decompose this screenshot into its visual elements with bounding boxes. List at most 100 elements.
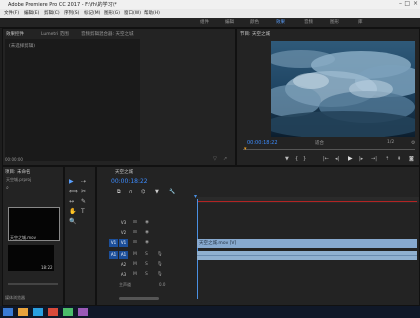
tab-effect-controls[interactable]: 效果控件 — [6, 31, 24, 37]
work-area-bar[interactable] — [197, 201, 417, 202]
explorer-icon[interactable] — [18, 308, 28, 316]
tools-panel: ▶ ⇢ ⟺ ✂ ↔ ✎ ✋ T 🔍 — [64, 166, 96, 306]
mute-icon[interactable]: M — [133, 272, 137, 277]
mute-icon[interactable]: M — [133, 252, 137, 257]
snap-icon[interactable]: ∩ — [129, 189, 133, 195]
zoom-tool-icon[interactable]: 🔍 — [69, 218, 76, 225]
maximize-icon[interactable]: □ — [404, 0, 410, 7]
voiceover-icon[interactable]: 🎙 — [157, 252, 163, 257]
ws-graphics[interactable]: 图形 — [330, 19, 339, 25]
master-volume[interactable]: 0.0 — [159, 282, 165, 287]
go-to-out-icon[interactable]: →| — [371, 156, 377, 162]
sync-lock-icon[interactable]: ⊟ — [133, 230, 137, 235]
toggle-output-icon[interactable]: ◉ — [145, 220, 149, 225]
timeline-timecode[interactable]: 00:00:18:22 — [111, 178, 148, 185]
toggle-output-icon[interactable]: ◉ — [145, 240, 149, 245]
wrench-icon[interactable]: 🔧 — [169, 189, 175, 195]
app-icon[interactable] — [63, 308, 73, 316]
tab-lumetri-scopes[interactable]: Lumetri 范围 — [41, 31, 69, 37]
track-v2-label[interactable]: V2 — [119, 229, 128, 237]
ws-libraries[interactable]: 库 — [358, 19, 363, 25]
media-browser-tab[interactable]: 媒体浏览器 — [5, 295, 25, 301]
type-tool-icon[interactable]: T — [81, 208, 85, 215]
project-search-icon[interactable]: ⌕ — [6, 185, 9, 191]
sky-clouds-image — [271, 41, 415, 137]
nest-icon[interactable]: ⧉ — [117, 189, 121, 195]
ripple-edit-icon[interactable]: ⟺ — [69, 188, 78, 195]
track-v3-label[interactable]: V3 — [119, 219, 128, 227]
selection-tool-icon[interactable]: ▶ — [69, 178, 74, 185]
ws-audio[interactable]: 音频 — [304, 19, 313, 25]
track-a3-label[interactable]: A3 — [119, 271, 128, 279]
sync-lock-icon[interactable]: ⊟ — [133, 220, 137, 225]
minimize-icon[interactable]: – — [399, 0, 402, 7]
toggle-output-icon[interactable]: ◉ — [145, 230, 149, 235]
extract-icon[interactable]: ⇞ — [397, 156, 401, 162]
start-icon[interactable] — [3, 308, 13, 316]
menu-graphics[interactable]: 图形(G) — [104, 10, 120, 16]
close-icon[interactable]: × — [413, 0, 418, 7]
project-zoom-slider[interactable] — [8, 283, 58, 285]
filter-icon[interactable]: ▽ — [213, 156, 217, 162]
add-marker-icon[interactable]: ▼ — [285, 156, 289, 162]
menu-window[interactable]: 窗口(W) — [124, 10, 141, 16]
menu-clip[interactable]: 剪辑(C) — [44, 10, 60, 16]
track-a2-label[interactable]: A2 — [119, 261, 128, 269]
razor-tool-icon[interactable]: ✂ — [81, 188, 86, 195]
fit-dropdown[interactable]: 适合 — [315, 140, 324, 146]
video-clip[interactable]: 天空之城.mov [V] — [197, 239, 417, 248]
tab-audio-clip-mixer[interactable]: 音频剪辑混合器: 天空之城 — [81, 31, 133, 37]
menu-file[interactable]: 文件(F) — [4, 10, 19, 16]
source-patch-v1[interactable]: V1 — [109, 239, 118, 247]
lift-icon[interactable]: ⇡ — [385, 156, 389, 162]
settings-icon[interactable]: ⚙ — [411, 140, 415, 146]
project-panel: 项目: 未命名 天空城.prproj ⌕ 天空之城.mov 18:22 媒体浏览… — [2, 166, 64, 306]
sequence-tab[interactable]: 天空之城 — [115, 169, 133, 175]
premiere-icon[interactable] — [78, 308, 88, 316]
go-to-in-icon[interactable]: |← — [323, 156, 329, 162]
project-panel-title[interactable]: 项目: 未命名 — [5, 169, 30, 175]
add-marker-timeline-icon[interactable]: ▼ — [155, 189, 159, 195]
sync-lock-icon[interactable]: ⊟ — [133, 240, 137, 245]
mute-icon[interactable]: M — [133, 262, 137, 267]
program-monitor-title[interactable]: 节目: 天空之城 — [240, 31, 270, 37]
mark-out-icon[interactable]: } — [303, 156, 306, 162]
solo-icon[interactable]: S — [145, 252, 148, 257]
hand-tool-icon[interactable]: ✋ — [69, 208, 76, 215]
menu-edit[interactable]: 编辑(E) — [24, 10, 39, 16]
pen-tool-icon[interactable]: ✎ — [81, 198, 86, 205]
voiceover-icon[interactable]: 🎙 — [157, 262, 163, 267]
timeline-horizontal-scrollbar[interactable] — [119, 297, 159, 300]
menu-help[interactable]: 帮助(H) — [144, 10, 160, 16]
program-scrubber[interactable] — [243, 149, 415, 150]
play-icon[interactable]: ▶ — [348, 155, 353, 162]
solo-icon[interactable]: S — [145, 262, 148, 267]
ws-assembly[interactable]: 组件 — [200, 19, 209, 25]
audio-clip[interactable] — [197, 251, 417, 260]
app-icon[interactable] — [48, 308, 58, 316]
track-v1-label[interactable]: V1 — [119, 239, 128, 247]
source-patch-a1[interactable]: A1 — [109, 251, 118, 259]
ws-color[interactable]: 颜色 — [250, 19, 259, 25]
export-frame-icon[interactable]: ◙ — [409, 156, 414, 162]
timeline-ruler[interactable] — [197, 197, 419, 203]
voiceover-icon[interactable]: 🎙 — [157, 272, 163, 277]
menu-sequence[interactable]: 序列(S) — [64, 10, 79, 16]
track-a1-label[interactable]: A1 — [119, 251, 128, 259]
ws-effects[interactable]: 效果 — [276, 19, 285, 25]
export-icon[interactable]: ↗ — [223, 156, 227, 162]
quality-dropdown[interactable]: 1/2 — [387, 140, 394, 145]
menu-marker[interactable]: 标记(M) — [84, 10, 100, 16]
program-playhead-icon[interactable]: ▾ — [244, 146, 247, 152]
linked-selection-icon[interactable]: ⌬ — [141, 189, 145, 195]
no-clip-text: (未选择剪辑) — [9, 44, 36, 49]
program-timecode[interactable]: 00:00:18:22 — [247, 140, 278, 146]
browser-icon[interactable] — [33, 308, 43, 316]
slip-tool-icon[interactable]: ↔ — [69, 198, 74, 205]
mark-in-icon[interactable]: { — [295, 156, 298, 162]
step-forward-icon[interactable]: |▸ — [359, 156, 363, 162]
step-back-icon[interactable]: ◂| — [335, 156, 339, 162]
track-select-icon[interactable]: ⇢ — [81, 178, 86, 185]
solo-icon[interactable]: S — [145, 272, 148, 277]
ws-editing[interactable]: 编辑 — [225, 19, 234, 25]
